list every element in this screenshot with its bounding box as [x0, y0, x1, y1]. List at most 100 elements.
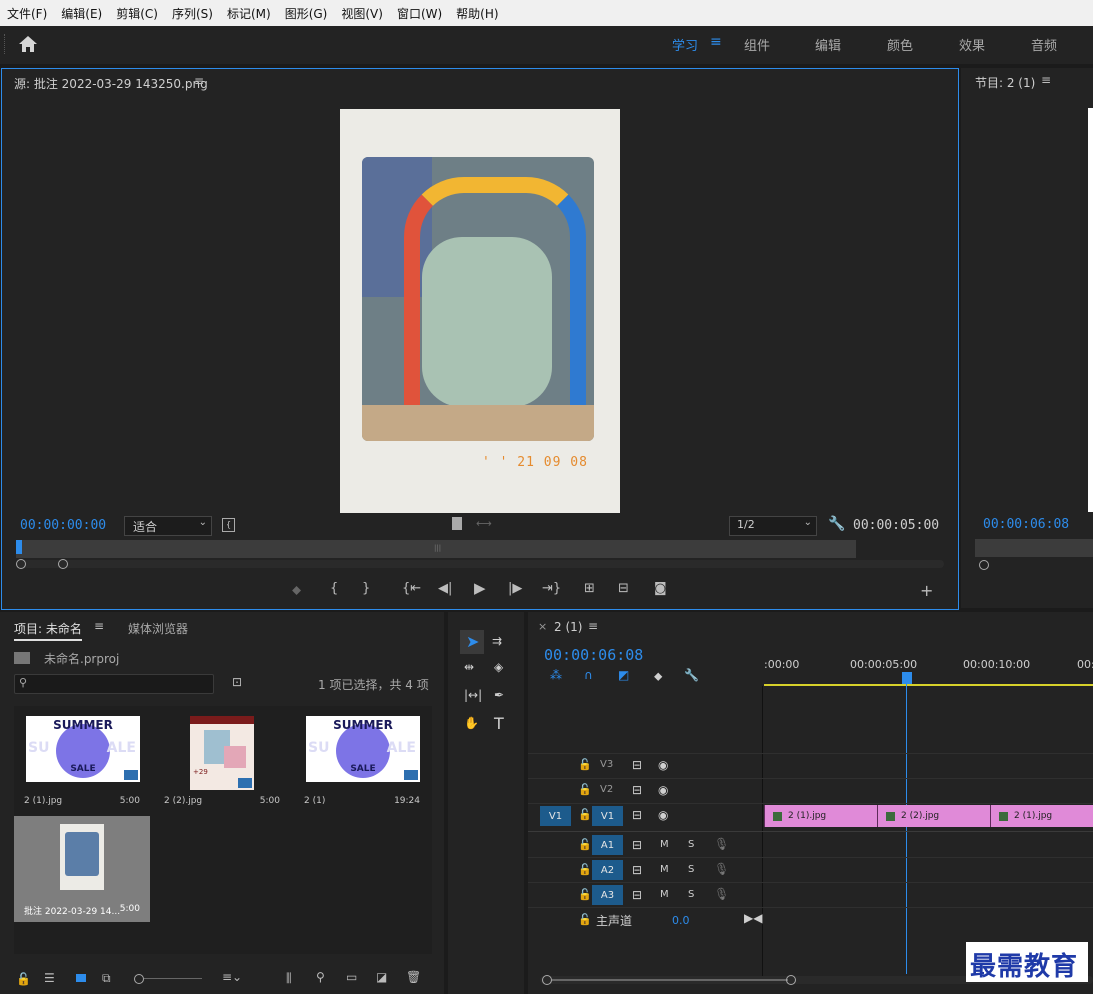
program-title[interactable]: 节目: 2 (1) [975, 74, 1035, 91]
menu-clip[interactable]: 剪辑(C) [109, 5, 165, 22]
track-target-a2[interactable]: A2 [592, 860, 623, 880]
sync-lock-icon[interactable]: ⊟ [632, 808, 642, 822]
trash-icon[interactable]: 🗑 [406, 970, 421, 984]
timeline-clip[interactable]: 2 (2).jpg [877, 805, 990, 827]
zoom-handle-left[interactable] [16, 559, 26, 569]
step-back-icon[interactable]: ◀| [438, 581, 452, 596]
hand-tool-icon[interactable]: ✋ [464, 716, 479, 730]
timeline-timecode[interactable]: 00:00:06:08 [544, 646, 643, 664]
menu-file[interactable]: 文件(F) [0, 5, 54, 22]
source-time-ruler[interactable]: ||| [16, 540, 856, 558]
program-time-ruler[interactable] [975, 539, 1093, 557]
step-forward-icon[interactable]: |▶ [508, 581, 522, 596]
track-target-v1[interactable]: V1 [592, 806, 623, 826]
eye-icon[interactable]: ◉ [658, 808, 668, 822]
playhead[interactable] [16, 540, 22, 554]
search-input[interactable]: ⚲ [14, 674, 214, 694]
workspace-learn[interactable]: 学习 [672, 35, 698, 54]
zoom-handle-right[interactable] [58, 559, 68, 569]
microphone-icon[interactable]: 🎙 [714, 837, 729, 851]
list-view-icon[interactable]: ☰ [44, 971, 55, 985]
go-to-next-edit-icon[interactable]: ▶◀ [744, 911, 762, 925]
play-icon[interactable]: ▶ [474, 579, 486, 597]
freeform-view-icon[interactable]: ⧉ [102, 971, 111, 986]
microphone-icon[interactable]: 🎙 [714, 887, 729, 901]
menu-markers[interactable]: 标记(M) [220, 5, 278, 22]
ripple-edit-tool-icon[interactable]: ⇹ [464, 660, 474, 674]
new-bin-icon[interactable]: ▭ [346, 970, 357, 984]
track-label[interactable]: V3 [600, 759, 613, 770]
menu-sequence[interactable]: 序列(S) [165, 5, 220, 22]
sequence-tab[interactable]: 2 (1) [554, 620, 582, 634]
solo-button[interactable]: S [688, 839, 694, 850]
menu-graphics[interactable]: 图形(G) [278, 5, 335, 22]
insert-icon[interactable]: { [222, 518, 235, 532]
menu-edit[interactable]: 编辑(E) [54, 5, 109, 22]
insert-clip-icon[interactable]: ⊞ [584, 581, 595, 596]
find-icon[interactable]: ⚲ [316, 970, 325, 984]
workspace-color[interactable]: 颜色 [887, 35, 913, 54]
mark-in-icon[interactable]: { [330, 581, 338, 596]
sync-lock-icon[interactable]: ⊟ [632, 783, 642, 797]
home-icon[interactable] [18, 35, 38, 53]
lock-track-icon[interactable]: 🔓 [578, 783, 592, 796]
track-select-tool-icon[interactable]: ⇉ [492, 634, 502, 648]
sync-lock-icon[interactable]: ⊟ [632, 838, 642, 852]
scroll-handle-right[interactable] [786, 975, 796, 985]
tab-project[interactable]: 项目: 未命名 [14, 620, 82, 641]
workspace-assembly[interactable]: 组件 [744, 35, 770, 54]
add-marker-icon[interactable]: ⬥ [654, 669, 662, 684]
scroll-handle-left[interactable] [542, 975, 552, 985]
linked-selection-icon[interactable]: ◩ [618, 668, 629, 682]
sync-lock-icon[interactable]: ⊟ [632, 888, 642, 902]
new-item-icon[interactable]: ◪ [376, 970, 387, 984]
zoom-scrollbar[interactable] [16, 559, 944, 569]
workspace-audio[interactable]: 音频 [1031, 35, 1057, 54]
menu-window[interactable]: 窗口(W) [390, 5, 449, 22]
camera-icon[interactable]: ◙ [654, 581, 667, 596]
mute-button[interactable]: M [660, 839, 669, 850]
sync-lock-icon[interactable]: ⊟ [632, 863, 642, 877]
timeline-clip[interactable]: 2 (1).jpg [764, 805, 877, 827]
wrench-icon[interactable]: 🔧 [828, 516, 845, 532]
drag-video-icon[interactable] [452, 517, 462, 530]
automate-to-sequence-icon[interactable]: ⫼ [286, 971, 292, 986]
work-area-bar[interactable] [764, 684, 1093, 686]
track-target-a3[interactable]: A3 [592, 885, 623, 905]
marker-icon[interactable]: ⬥ [292, 583, 301, 598]
snap-icon[interactable]: ∩ [584, 668, 593, 682]
lock-icon[interactable]: 🔓 [16, 972, 31, 986]
type-tool-icon[interactable]: T [494, 714, 504, 733]
program-zoom-handle[interactable] [979, 560, 989, 570]
lock-track-icon[interactable]: 🔓 [578, 838, 592, 851]
project-panel-menu-icon[interactable]: ≡ [94, 619, 104, 633]
slip-tool-icon[interactable]: |↔| [464, 688, 482, 702]
menu-help[interactable]: 帮助(H) [449, 5, 505, 22]
track-label[interactable]: V2 [600, 784, 613, 795]
lock-track-icon[interactable]: 🔓 [578, 758, 592, 771]
project-item[interactable]: +29 2 (2).jpg 5:00 [154, 708, 290, 814]
new-bin-from-search-icon[interactable]: ⊡ [232, 675, 242, 689]
project-item[interactable]: SU ALE SUMMER SALE 2 (1).jpg 5:00 [14, 708, 150, 814]
source-timecode-in[interactable]: 00:00:00:00 [20, 518, 106, 533]
timeline-ruler[interactable]: :00:00 00:00:05:00 00:00:10:00 00:0 [764, 652, 1093, 686]
project-item-selected[interactable]: 批注 2022-03-29 14... 5:00 [14, 816, 150, 922]
workspace-menu-icon[interactable]: ≡ [710, 34, 722, 50]
icon-view-icon[interactable] [76, 974, 86, 982]
resolution-dropdown[interactable]: 1/2 ⌄ [729, 516, 817, 536]
fit-dropdown[interactable]: 适合 ⌄ [124, 516, 212, 536]
nest-icon[interactable]: ⁂ [550, 668, 562, 682]
overwrite-clip-icon[interactable]: ⊟ [618, 581, 629, 596]
workspace-effects[interactable]: 效果 [959, 35, 985, 54]
source-panel-menu-icon[interactable]: ≡ [194, 74, 204, 88]
track-target-a1[interactable]: A1 [592, 835, 623, 855]
eye-icon[interactable]: ◉ [658, 783, 668, 797]
lock-track-icon[interactable]: 🔓 [578, 913, 592, 926]
workspace-editing[interactable]: 编辑 [815, 35, 841, 54]
sort-icon[interactable]: ≡⌄ [222, 970, 242, 984]
solo-button[interactable]: S [688, 889, 694, 900]
mute-button[interactable]: M [660, 889, 669, 900]
drag-audio-icon[interactable]: ⟷ [476, 517, 492, 530]
microphone-icon[interactable]: 🎙 [714, 862, 729, 876]
zoom-slider[interactable] [144, 978, 202, 979]
